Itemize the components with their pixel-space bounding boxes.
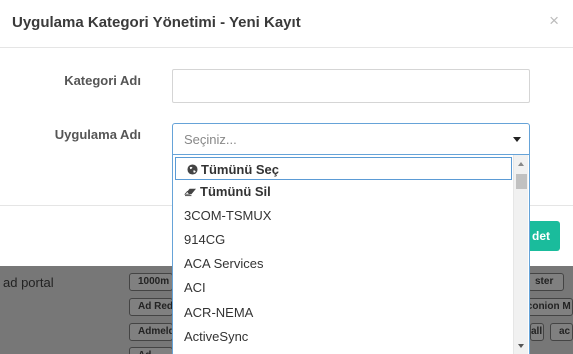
background-tag: ster	[528, 273, 564, 291]
dropdown-option-label: ACA Services	[184, 256, 264, 271]
background-page-label: ad portal	[3, 275, 54, 290]
category-name-input[interactable]	[172, 69, 530, 103]
dropdown-option-label: Tümünü Seç	[201, 162, 280, 177]
close-icon[interactable]: ×	[549, 12, 559, 29]
dropdown-option-label: ActiveSync	[184, 329, 249, 344]
scroll-up-arrow-icon[interactable]	[518, 162, 524, 166]
dropdown-option[interactable]: ACI	[173, 276, 514, 300]
save-button-label: det	[532, 229, 550, 243]
dropdown-option[interactable]: ActiveSync	[173, 325, 514, 349]
background-tag: all	[530, 323, 544, 341]
background-tag: ac	[550, 323, 573, 341]
caret-down-icon[interactable]	[513, 137, 521, 142]
modal-title: Uygulama Kategori Yönetimi - Yeni Kayıt	[12, 14, 301, 31]
category-name-label: Kategori Adı	[64, 73, 141, 88]
dropdown-option-select-all[interactable]: Tümünü Seç	[175, 157, 512, 180]
dropdown-option[interactable]: 914CG	[173, 228, 514, 252]
globe-icon	[187, 164, 198, 175]
scrollbar-thumb[interactable]	[516, 174, 527, 189]
application-dropdown-list: Tümünü Seç Tümünü Sil 3COM-TSMUX 914CG A…	[172, 155, 530, 354]
dropdown-option-label: ACI	[184, 280, 206, 295]
background-tag: Ad	[129, 347, 173, 354]
modal-header: Uygulama Kategori Yönetimi - Yeni Kayıt …	[0, 0, 573, 48]
dropdown-scrollbar[interactable]	[513, 155, 528, 354]
application-select-placeholder: Seçiniz...	[184, 132, 237, 147]
dropdown-option-label: ACR-NEMA	[184, 305, 254, 320]
scroll-down-arrow-icon[interactable]	[518, 344, 524, 348]
application-name-label: Uygulama Adı	[54, 127, 141, 142]
eraser-icon	[184, 188, 196, 197]
dropdown-option[interactable]: ACA Services	[173, 252, 514, 276]
background-tag: Admeld	[129, 323, 173, 341]
dropdown-option[interactable]: ACR-NEMA	[173, 301, 514, 325]
background-tag: 1000m	[129, 273, 173, 291]
dropdown-option-label: 914CG	[184, 232, 226, 247]
dropdown-option-clear-all[interactable]: Tümünü Sil	[173, 180, 514, 204]
dropdown-option-label: 3COM-TSMUX	[184, 208, 272, 223]
application-select[interactable]: Seçiniz...	[172, 123, 530, 155]
background-tag: Ad Red	[129, 298, 173, 316]
dropdown-option[interactable]: 3COM-TSMUX	[173, 204, 514, 228]
dropdown-option-label: Tümünü Sil	[200, 184, 271, 199]
